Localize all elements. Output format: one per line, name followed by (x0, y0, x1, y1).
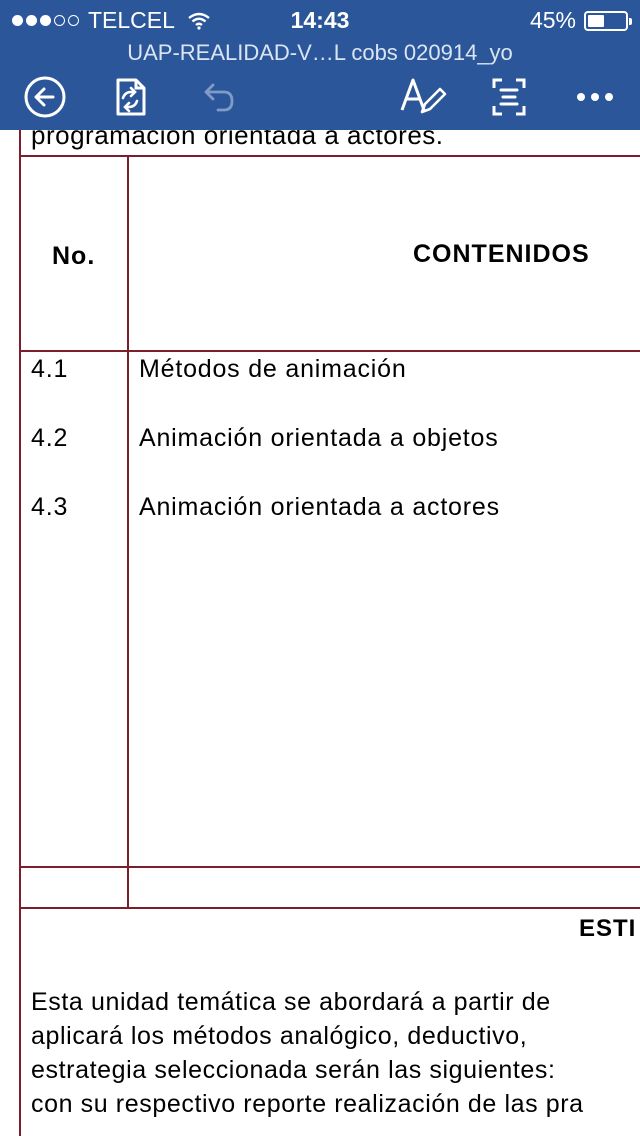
paragraph-line: con su respectivo reporte realización de… (31, 1090, 584, 1118)
sync-file-icon (116, 78, 146, 116)
header-number: No. (52, 242, 96, 270)
row-3-number: 4.3 (31, 493, 69, 521)
paragraph-line: estrategia seleccionada serán las siguie… (31, 1056, 556, 1084)
sync-file-button[interactable] (104, 72, 154, 122)
battery-percent: 45% (529, 7, 576, 33)
row-2-number: 4.2 (31, 424, 69, 452)
document-title: UAP-REALIDAD-V…L cobs 020914_yo (127, 40, 513, 65)
table-border-bottom (19, 907, 640, 909)
section-border-left (19, 908, 21, 1136)
body-paragraph: Esta unidad temática se abordará a parti… (31, 985, 640, 1121)
toolbar (0, 70, 640, 126)
more-icon (577, 93, 613, 101)
document-page[interactable]: programación orientada a actores. No. CO… (0, 120, 640, 1136)
header-contents: CONTENIDOS (413, 240, 590, 268)
row-2-content: Animación orientada a objetos (139, 424, 499, 452)
table-row-divider (19, 866, 640, 868)
table-border-top (19, 155, 640, 157)
paragraph-line: aplicará los métodos analógico, deductiv… (31, 1022, 528, 1050)
back-button[interactable] (20, 72, 70, 122)
edit-text-icon (400, 78, 447, 114)
undo-icon (204, 83, 234, 112)
status-bar: TELCEL 14:43 45% (0, 0, 640, 40)
battery-icon (584, 10, 632, 31)
table-header-divider (19, 350, 640, 352)
table-column-divider (127, 156, 129, 908)
more-options-button[interactable] (570, 72, 620, 122)
reading-view-button[interactable] (484, 72, 534, 122)
battery-group: 45% (529, 7, 632, 34)
paragraph-line: Esta unidad temática se abordará a parti… (31, 988, 551, 1016)
back-icon (24, 76, 66, 118)
table-border-left (19, 130, 21, 908)
row-1-content: Métodos de animación (139, 355, 407, 383)
undo-button[interactable] (192, 72, 242, 122)
app-header: TELCEL 14:43 45% UAP-REALIDAD-V…L cobs 0… (0, 0, 640, 130)
row-3-content: Animación orientada a actores (139, 493, 500, 521)
reading-view-icon (492, 78, 526, 116)
row-1-number: 4.1 (31, 355, 69, 383)
edit-text-button[interactable] (398, 72, 448, 122)
section-heading: ESTI (579, 915, 637, 942)
